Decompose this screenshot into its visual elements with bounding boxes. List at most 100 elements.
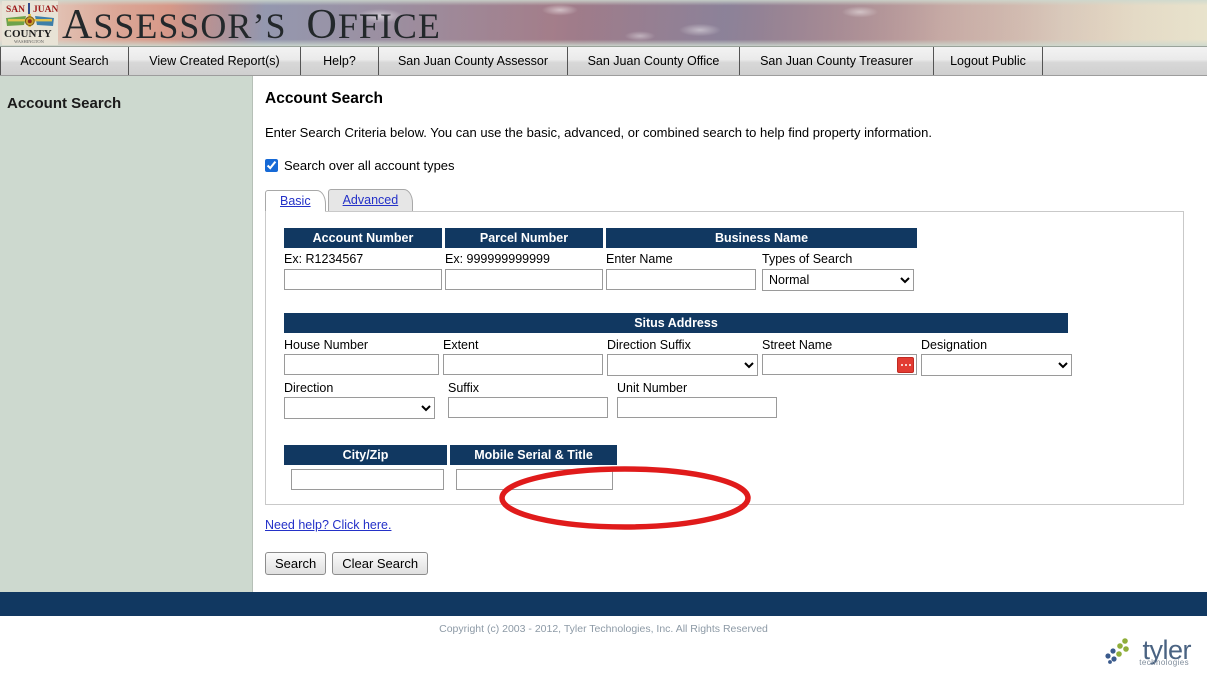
- unit-number-input[interactable]: [617, 397, 777, 418]
- label-enter-name: Enter Name: [606, 252, 673, 266]
- label-account-number-example: Ex: R1234567: [284, 252, 364, 266]
- header-mobile-serial-title: Mobile Serial & Title: [450, 445, 617, 465]
- tab-basic[interactable]: Basic: [265, 190, 326, 212]
- suffix-input[interactable]: [448, 397, 608, 418]
- label-parcel-number-example: Ex: 999999999999: [445, 252, 550, 266]
- account-number-input[interactable]: [284, 269, 442, 290]
- main-content: Account Search Enter Search Criteria bel…: [253, 76, 1207, 592]
- types-of-search-select[interactable]: Normal: [762, 269, 914, 291]
- nav-filler: [1043, 47, 1207, 75]
- nav-item-view-created-reports[interactable]: View Created Report(s): [129, 47, 301, 75]
- sidebar-item-account-search[interactable]: Account Search: [7, 95, 252, 112]
- page-title: Account Search: [265, 90, 384, 107]
- main-navigation: Account Search View Created Report(s) He…: [0, 46, 1207, 76]
- label-unit-number: Unit Number: [617, 381, 688, 395]
- dot-icon: [904, 364, 907, 366]
- nav-label: San Juan County Treasurer: [760, 54, 913, 68]
- situs-row-1: House Number Extent Direction Suffix Str…: [284, 337, 1183, 376]
- nav-item-san-juan-county-treasurer[interactable]: San Juan County Treasurer: [740, 47, 934, 75]
- house-number-input[interactable]: [284, 354, 439, 375]
- label-types-of-search: Types of Search: [762, 252, 853, 266]
- label-direction: Direction: [284, 381, 334, 395]
- field-direction-suffix: Direction Suffix: [607, 337, 758, 376]
- copyright-text: Copyright (c) 2003 - 2012, Tyler Technol…: [439, 623, 768, 635]
- parcel-number-input[interactable]: [445, 269, 603, 290]
- ellipsis-picker-icon[interactable]: [897, 357, 914, 373]
- row1-headers: Account Number Parcel Number Business Na…: [284, 228, 1183, 248]
- header-situs-address: Situs Address: [284, 313, 1068, 333]
- tyler-subtext: technologies: [1139, 658, 1189, 667]
- label-house-number: House Number: [284, 338, 369, 352]
- nav-label: San Juan County Assessor: [397, 54, 549, 68]
- row1-inputs: Normal: [284, 269, 1183, 291]
- search-all-account-types-row: Search over all account types: [265, 158, 1207, 173]
- cityzip-headers: City/Zip Mobile Serial & Title: [284, 445, 1183, 465]
- nav-item-san-juan-county-assessor[interactable]: San Juan County Assessor: [379, 47, 568, 75]
- search-all-account-types-label[interactable]: Search over all account types: [284, 158, 455, 173]
- label-suffix: Suffix: [448, 381, 480, 395]
- dot-icon: [908, 364, 911, 366]
- designation-select[interactable]: [921, 354, 1072, 376]
- footer-navy-bar: [0, 592, 1207, 616]
- label-designation: Designation: [921, 338, 988, 352]
- street-name-input[interactable]: [762, 354, 917, 375]
- nav-label: San Juan County Office: [587, 54, 720, 68]
- tab-advanced-label: Advanced: [342, 193, 399, 207]
- banner-title: ASSESSOR’S OFFICE: [62, 2, 441, 46]
- intro-text: Enter Search Criteria below. You can use…: [265, 125, 932, 140]
- footer: Copyright (c) 2003 - 2012, Tyler Technol…: [0, 616, 1207, 673]
- row1-sublabels: Ex: R1234567 Ex: 999999999999 Enter Name…: [284, 251, 1183, 268]
- tab-basic-label: Basic: [280, 194, 311, 208]
- site-banner: SAN JUAN COUNTY WASHINGTON ASSESSOR’S OF…: [0, 0, 1207, 46]
- nav-item-account-search[interactable]: Account Search: [0, 47, 129, 75]
- need-help-row: Need help? Click here.: [265, 517, 1207, 532]
- field-extent: Extent: [443, 337, 603, 376]
- header-parcel-number: Parcel Number: [445, 228, 603, 248]
- tyler-technologies-logo: tyler technologies: [1101, 634, 1191, 667]
- field-house-number: House Number: [284, 337, 439, 376]
- direction-suffix-select[interactable]: [607, 354, 758, 376]
- extent-input[interactable]: [443, 354, 603, 375]
- city-zip-input[interactable]: [291, 469, 444, 490]
- label-direction-suffix: Direction Suffix: [607, 338, 691, 352]
- nav-label: Help?: [323, 54, 356, 68]
- nav-item-logout-public[interactable]: Logout Public: [934, 47, 1043, 75]
- nav-item-help[interactable]: Help?: [301, 47, 379, 75]
- nav-label: Account Search: [20, 54, 109, 68]
- nav-label: Logout Public: [950, 54, 1026, 68]
- field-unit-number: Unit Number: [617, 380, 777, 419]
- nav-label: View Created Report(s): [149, 54, 280, 68]
- cityzip-section: City/Zip Mobile Serial & Title: [284, 445, 1183, 490]
- tab-advanced[interactable]: Advanced: [327, 189, 414, 211]
- search-criteria-panel: Account Number Parcel Number Business Na…: [265, 211, 1184, 530]
- header-city-zip: City/Zip: [284, 445, 447, 465]
- search-mode-tabs: Basic Advanced: [265, 189, 1207, 212]
- search-all-account-types-checkbox[interactable]: [265, 159, 278, 172]
- field-direction: Direction: [284, 380, 435, 419]
- clear-search-button[interactable]: Clear Search: [332, 552, 429, 575]
- header-account-number: Account Number: [284, 228, 442, 248]
- nav-item-san-juan-county-office[interactable]: San Juan County Office: [568, 47, 740, 75]
- search-button[interactable]: Search: [265, 552, 327, 575]
- header-business-name: Business Name: [606, 228, 917, 248]
- situs-row-2: Direction Suffix Unit Number: [284, 380, 1183, 419]
- tyler-dots-icon: [1105, 638, 1130, 664]
- page-body: Account Search Account Search Enter Sear…: [0, 76, 1207, 592]
- field-street-name: Street Name: [762, 337, 917, 376]
- dot-icon: [900, 364, 903, 366]
- svg-text:SAN: SAN: [6, 5, 25, 15]
- need-help-link[interactable]: Need help? Click here.: [265, 518, 391, 532]
- action-buttons: Search Clear Search: [265, 552, 1207, 575]
- label-extent: Extent: [443, 338, 479, 352]
- field-suffix: Suffix: [448, 380, 608, 419]
- direction-select[interactable]: [284, 397, 435, 419]
- mobile-serial-title-input[interactable]: [456, 469, 613, 490]
- svg-text:WASHINGTON: WASHINGTON: [14, 39, 45, 44]
- cityzip-inputs: [284, 469, 1183, 490]
- situs-address-section: Situs Address House Number Extent Direct…: [284, 313, 1183, 419]
- field-designation: Designation: [921, 337, 1072, 376]
- svg-text:JUAN: JUAN: [33, 5, 58, 15]
- business-name-input[interactable]: [606, 269, 756, 290]
- label-street-name: Street Name: [762, 338, 833, 352]
- left-sidebar: Account Search: [0, 76, 253, 592]
